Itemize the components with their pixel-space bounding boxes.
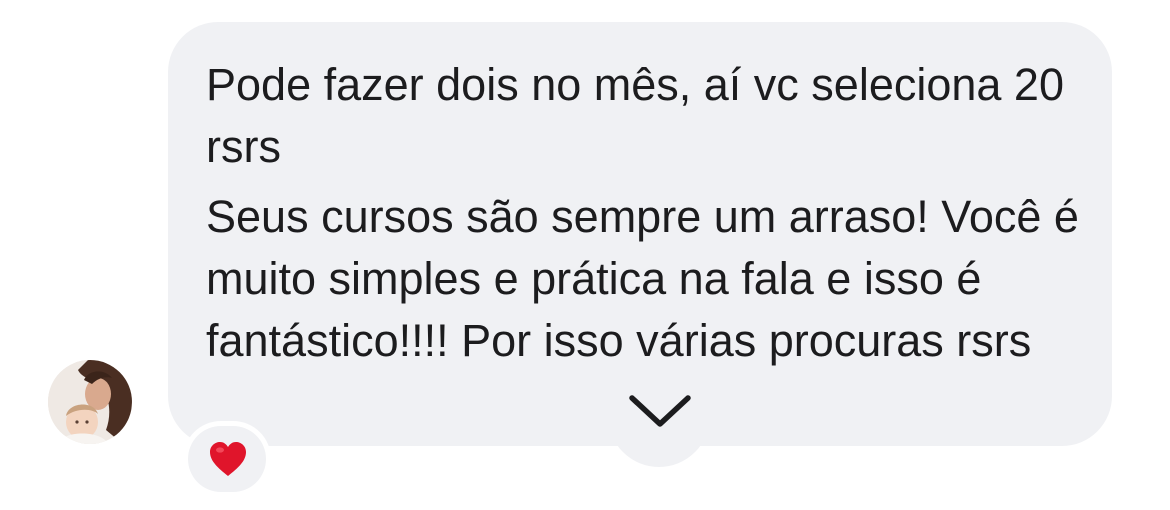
avatar[interactable] [48,360,132,444]
chevron-down-icon[interactable] [628,388,692,432]
reaction-badge-background [188,426,266,492]
reaction-badge[interactable] [183,421,271,497]
message-text: Pode fazer dois no mês, aí vc seleciona … [206,54,1086,372]
avatar-photo [48,360,132,444]
heart-icon [210,442,246,476]
message-paragraph: Seus cursos são sempre um arraso! Você é… [206,191,1079,366]
message-paragraph: Pode fazer dois no mês, aí vc seleciona … [206,59,1064,172]
message-bubble[interactable]: Pode fazer dois no mês, aí vc seleciona … [168,22,1112,446]
